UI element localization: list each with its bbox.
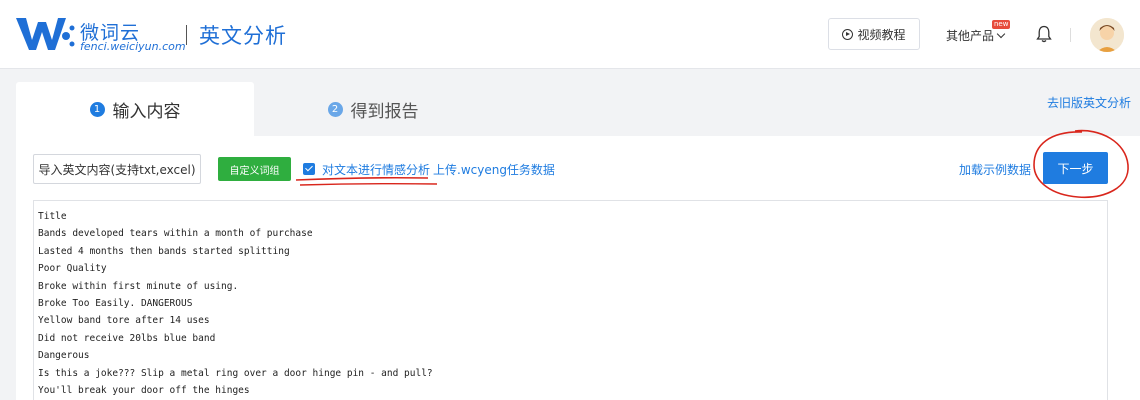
weiciyun-logo[interactable] — [14, 14, 76, 54]
tab-input-content[interactable]: 1 输入内容 — [16, 82, 254, 136]
load-example-link[interactable]: 加载示例数据 — [959, 161, 1031, 178]
logo-domain: fenci.weiciyun.com — [80, 40, 186, 53]
avatar[interactable] — [1090, 18, 1124, 52]
bell-icon[interactable] — [1036, 25, 1052, 43]
text-line: Broke Too Easily. DANGEROUS — [38, 298, 193, 310]
text-line: Bands developed tears within a month of … — [38, 228, 313, 240]
other-products-label: 其他产品 — [946, 29, 995, 43]
top-header: 微词云 fenci.weiciyun.com 英文分析 视频教程 其他产品 ne… — [0, 0, 1140, 69]
header-divider — [1070, 28, 1071, 42]
chevron-down-icon — [996, 29, 1006, 39]
text-line: Broke within first minute of using. — [38, 280, 239, 292]
text-line: Is this a joke??? Slip a metal ring over… — [38, 367, 433, 379]
next-step-button[interactable]: 下一步 — [1043, 152, 1108, 184]
title-divider — [186, 25, 187, 45]
text-line: Dangerous — [38, 350, 90, 362]
sentiment-checkbox[interactable] — [303, 163, 315, 175]
sentiment-label[interactable]: 对文本进行情感分析 — [322, 161, 430, 178]
page-title: 英文分析 — [199, 24, 287, 48]
text-line: Poor Quality — [38, 263, 107, 275]
video-tutorial-label: 视频教程 — [857, 27, 906, 42]
play-icon — [842, 28, 854, 40]
text-line: You'll break your door off the hinges — [38, 385, 250, 397]
new-badge: new — [992, 20, 1011, 29]
text-line: Yellow band tore after 14 uses — [38, 315, 210, 327]
text-line: Lasted 4 months then bands started split… — [38, 245, 290, 257]
other-products-menu[interactable]: 其他产品 — [946, 27, 1006, 44]
text-line: Did not receive 20lbs blue band — [38, 332, 216, 344]
avatar-image — [1090, 18, 1124, 52]
step-number: 1 — [89, 101, 105, 117]
text-input-area[interactable]: Title Bands developed tears within a mon… — [33, 200, 1108, 400]
custom-dict-button[interactable]: 自定义词组 — [218, 157, 291, 181]
video-tutorial-button[interactable]: 视频教程 — [828, 18, 920, 50]
tab-get-report[interactable]: 2 得到报告 — [254, 82, 492, 136]
step-number: 2 — [327, 101, 343, 117]
old-version-link[interactable]: 去旧版英文分析 — [1047, 94, 1131, 111]
tab-label: 输入内容 — [112, 101, 181, 122]
upload-task-link[interactable]: 上传.wcyeng任务数据 — [433, 161, 555, 178]
tab-label: 得到报告 — [350, 101, 419, 122]
import-button[interactable]: 导入英文内容(支持txt,excel) — [33, 154, 201, 184]
text-line: Title — [38, 211, 67, 222]
